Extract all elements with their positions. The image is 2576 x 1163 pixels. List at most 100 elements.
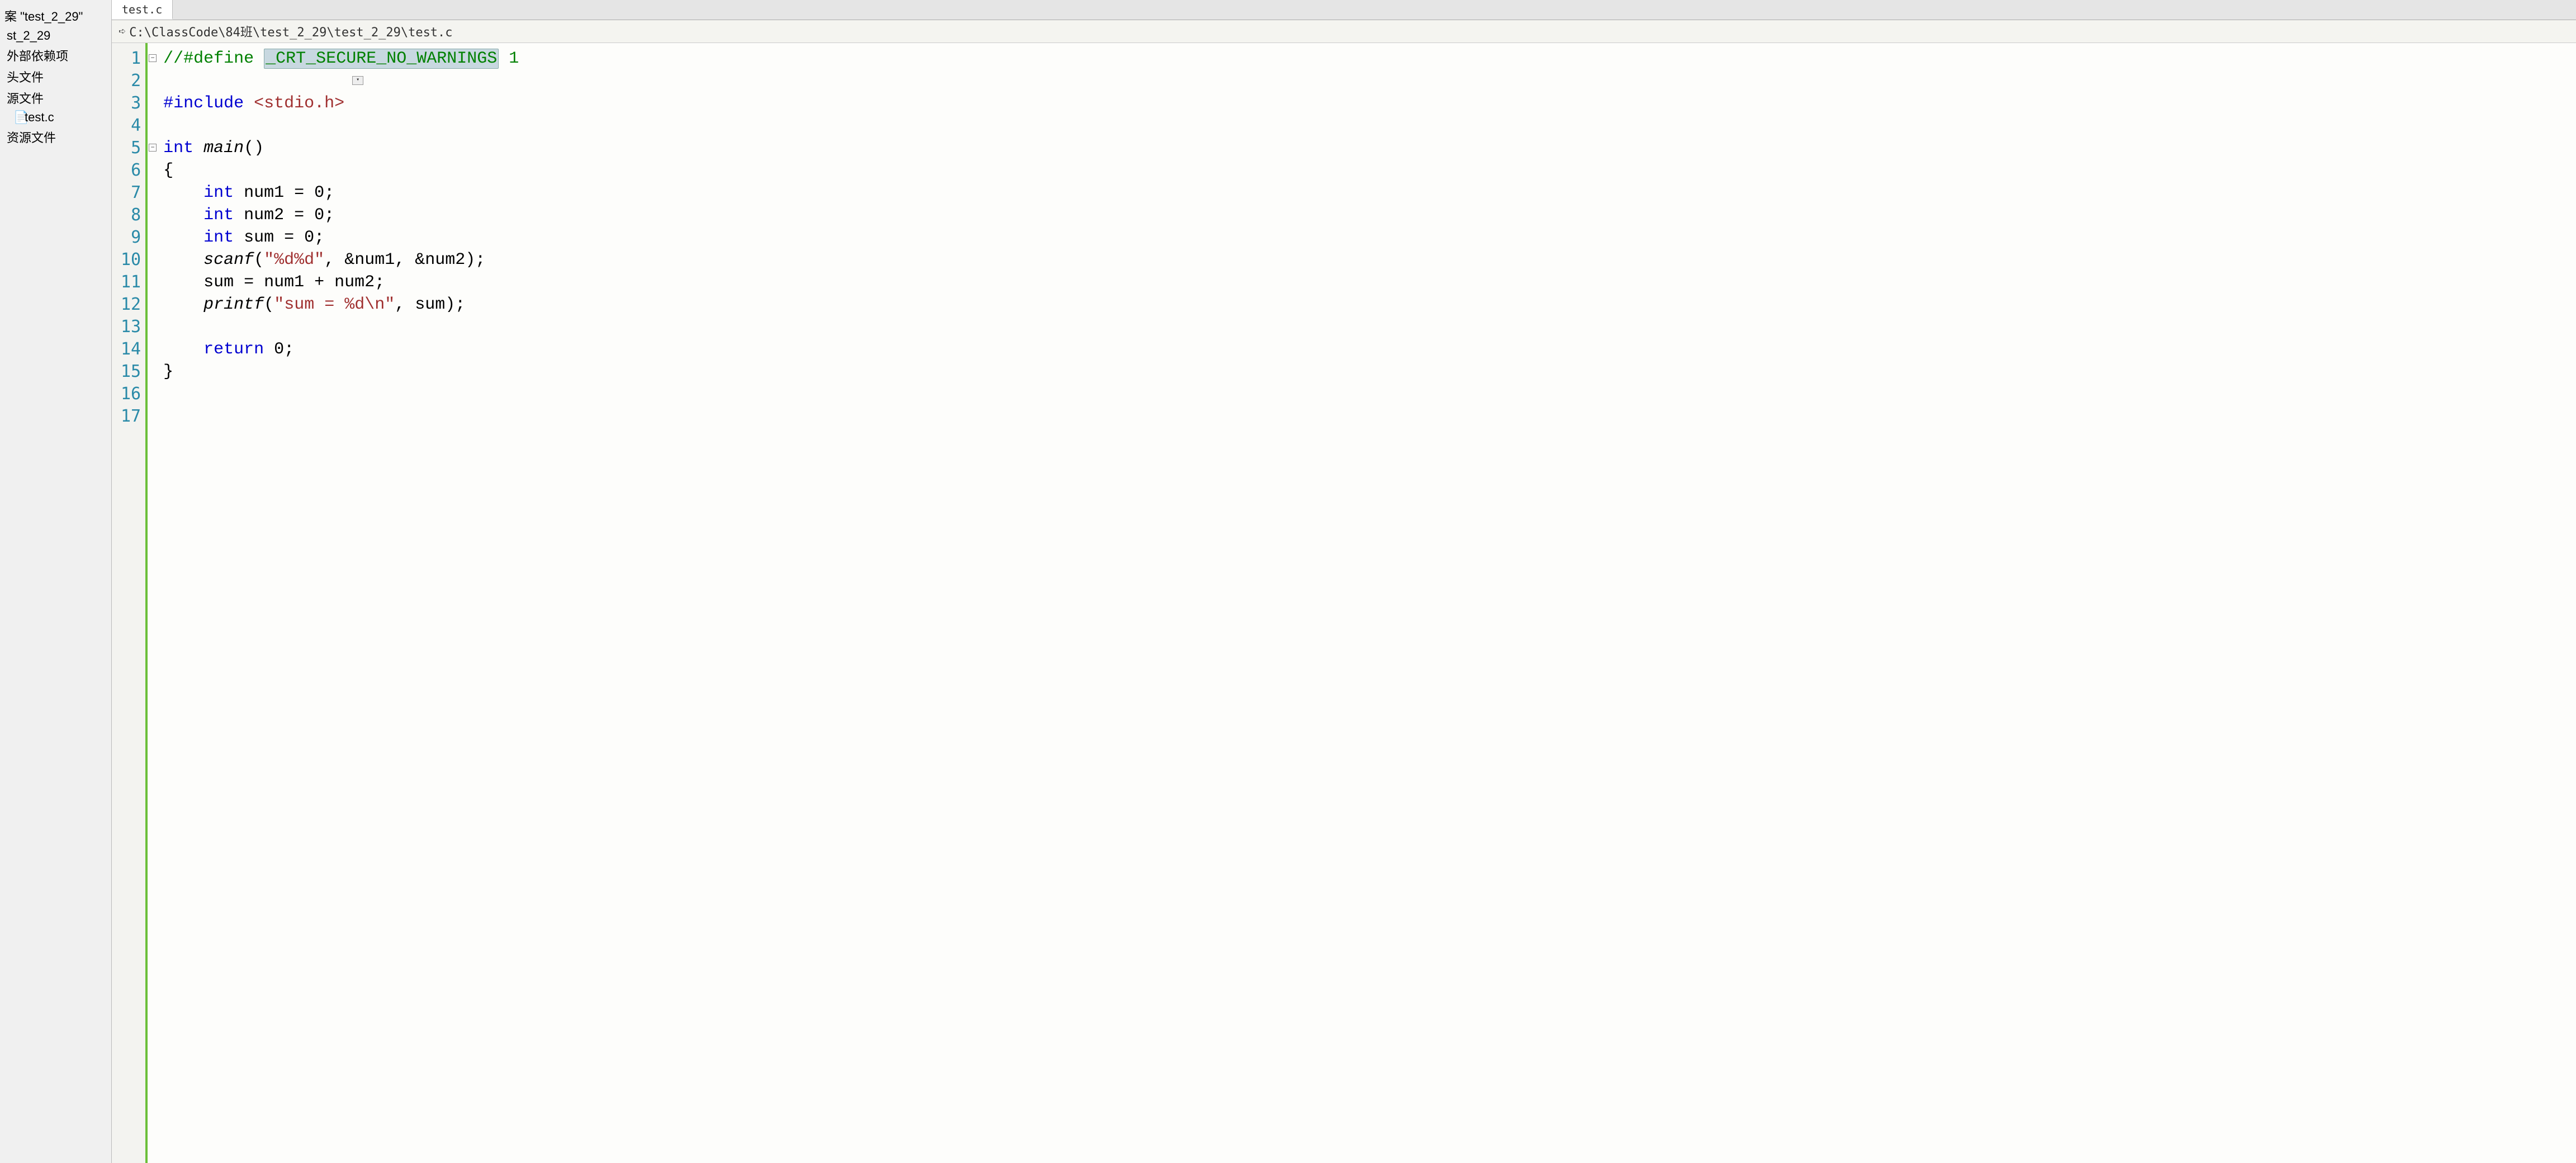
code-token [163,250,203,270]
breadcrumb-path: C:\ClassCode\84班\test_2_29\test_2_29\tes… [129,22,452,40]
tab-bar: test.c [112,0,2576,20]
tree-item-label: 头文件 [7,70,44,84]
code-line[interactable]: } [163,361,2576,383]
code-token: int [203,206,234,225]
code-token: sum = 0; [234,228,324,247]
line-number: 17 [121,405,141,428]
code-token: int [163,139,193,158]
code-token: _CRT_SECURE_NO_WARNINGS [264,49,499,69]
code-line[interactable]: #include <stdio.h> [163,92,2576,115]
code-token: "sum = %d\n" [274,295,395,314]
file-tab[interactable]: test.c [112,0,173,20]
code-token: #include [163,94,254,113]
tree-item[interactable]: 头文件 [0,66,111,87]
code-token: <stdio.h> [254,94,344,113]
tree-item[interactable]: 源文件 [0,87,111,108]
code-token [163,116,173,135]
line-number: 12 [121,294,141,316]
line-number: 15 [121,361,141,383]
code-token: scanf [203,250,254,270]
fold-column: −− [148,43,159,1163]
code-token [163,228,203,247]
code-line[interactable]: int main() [163,137,2576,159]
solution-explorer: 案 "test_2_29" st_2_29外部依赖项头文件源文件📄test.c资… [0,0,112,1163]
tree-item-label: test.c [25,110,54,124]
breadcrumb-bar: ➪ C:\ClassCode\84班\test_2_29\test_2_29\t… [112,20,2576,43]
code-token: , &num1, &num2); [324,250,485,270]
code-token: return [203,340,264,359]
code-token: int [203,183,234,202]
code-token [163,206,203,225]
code-token [163,72,173,91]
code-token [163,407,173,426]
code-line[interactable] [163,115,2576,137]
code-token [163,295,203,314]
code-token: num1 = 0; [234,183,334,202]
code-token [193,139,203,158]
code-line[interactable] [163,383,2576,405]
code-editor[interactable]: 1234567891011121314151617 −− //#define _… [112,43,2576,1163]
line-gutter: 1234567891011121314151617 [112,43,148,1163]
tree-item[interactable]: 外部依赖项 [0,45,111,66]
line-number: 3 [121,92,141,115]
code-line[interactable] [163,316,2576,338]
arrow-icon: ➪ [119,25,126,39]
line-number: 10 [121,249,141,271]
code-line[interactable]: sum = num1 + num2; [163,271,2576,294]
line-number: 8 [121,204,141,226]
code-token: printf [203,295,264,314]
line-number: 1 [121,48,141,70]
code-line[interactable]: int sum = 0; [163,226,2576,249]
file-icon: 📄 [13,110,22,125]
line-number: 14 [121,338,141,361]
code-line[interactable]: //#define _CRT_SECURE_NO_WARNINGS 1 [163,48,2576,70]
code-token: () [244,139,264,158]
code-line[interactable]: int num1 = 0; [163,182,2576,204]
line-number: 4 [121,115,141,137]
fold-toggle[interactable]: − [149,54,157,62]
tree-item-label: 外部依赖项 [7,49,68,63]
tree-item-label: 资源文件 [7,131,56,145]
code-line[interactable]: int num2 = 0; [163,204,2576,226]
line-number: 13 [121,316,141,338]
tree-item-label: 源文件 [7,92,44,106]
tree-item-label: st_2_29 [7,29,50,42]
tree-item[interactable]: st_2_29 [0,27,111,45]
chevron-down-icon[interactable]: ▾ [352,76,363,85]
code-token: 1 [499,49,519,68]
line-number: 6 [121,159,141,182]
code-token: } [163,362,173,381]
code-token: sum = num1 + num2; [163,273,385,292]
code-line[interactable] [163,405,2576,428]
code-token [163,318,173,337]
code-line[interactable]: scanf("%d%d", &num1, &num2); [163,249,2576,271]
code-line[interactable]: { [163,159,2576,182]
code-token: ( [254,250,264,270]
code-token: // [163,49,183,68]
tree-item[interactable]: 资源文件 [0,126,111,148]
line-number: 9 [121,226,141,249]
code-token: num2 = 0; [234,206,334,225]
line-number: 11 [121,271,141,294]
code-token: { [163,161,173,180]
code-token: ( [264,295,274,314]
code-token: , sum); [395,295,465,314]
fold-toggle[interactable]: − [149,144,157,152]
code-token: #define [183,49,264,68]
line-number: 2 [121,70,141,92]
tree-item[interactable]: 📄test.c [0,108,111,126]
code-token [163,385,173,404]
main-area: test.c ➪ C:\ClassCode\84班\test_2_29\test… [112,0,2576,1163]
code-token: int [203,228,234,247]
code-token: 0; [264,340,294,359]
code-line[interactable]: printf("sum = %d\n", sum); [163,294,2576,316]
code-line[interactable]: return 0; [163,338,2576,361]
code-line[interactable]: ▾ [163,70,2576,92]
tree-root: st_2_29 外部依赖项头文件源文件 📄test.c 资源文件 [0,27,111,148]
code-token: main [203,139,244,158]
line-number: 16 [121,383,141,405]
line-number: 7 [121,182,141,204]
line-number: 5 [121,137,141,159]
code-token [163,183,203,202]
code-content[interactable]: //#define _CRT_SECURE_NO_WARNINGS 1 ▾ #in… [159,43,2576,1163]
